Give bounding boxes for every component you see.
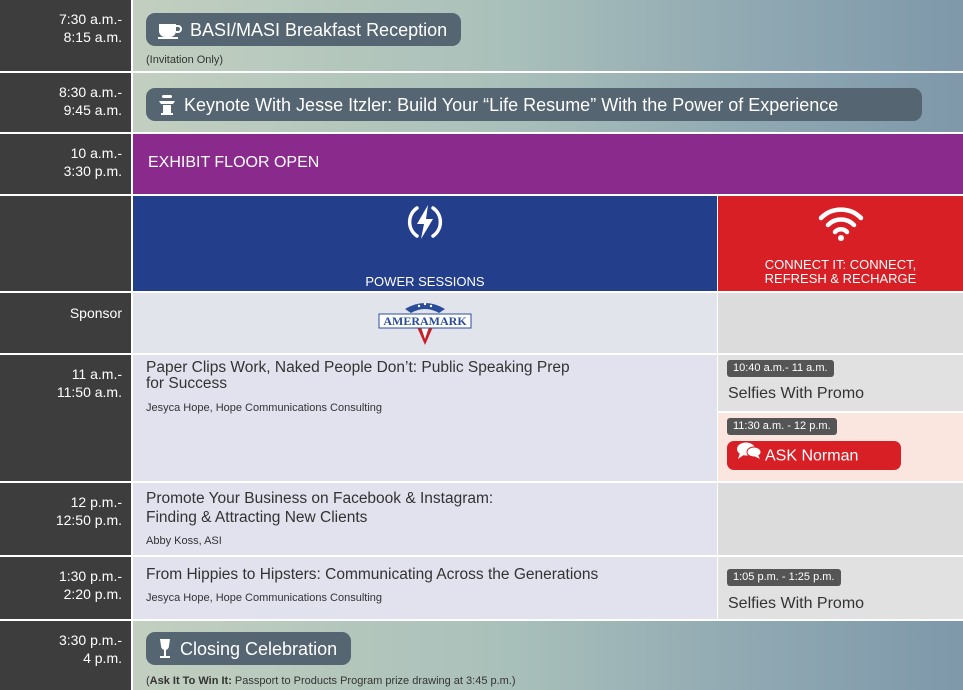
session-speaker: Jesyca Hope, Hope Communications Consult… — [146, 592, 383, 604]
note-bold-text: Ask It To Win It: — [149, 675, 232, 687]
svg-text:AMERAMARK: AMERAMARK — [383, 314, 467, 328]
session-title-line1: Promote Your Business on Facebook & Inst… — [146, 490, 494, 507]
connect-item-label[interactable]: Selfies With Promo — [728, 385, 864, 403]
event-title: Keynote With Jesse Itzler: Build Your “L… — [184, 94, 839, 115]
chat-bubbles-icon — [737, 441, 762, 470]
session-speaker: Abby Koss, ASI — [146, 535, 222, 547]
connect-it-label-line1: CONNECT IT: CONNECT, — [764, 257, 917, 272]
session-title[interactable]: From Hippies to Hipsters: Communicating … — [146, 567, 598, 583]
power-sessions-label: POWER SESSIONS — [365, 274, 485, 289]
time-cell: Sponsor — [0, 293, 131, 355]
session-title-line1: Paper Clips Work, Naked People Don’t: Pu… — [146, 359, 570, 376]
connect-item-2: 11:30 a.m. - 12 p.m. ASK Norman — [718, 413, 963, 481]
time-end: 4 p.m. — [83, 650, 122, 666]
session-title[interactable]: Promote Your Business on Facebook & Inst… — [146, 491, 493, 526]
time-cell: 1:30 p.m.- 2:20 p.m. — [0, 557, 131, 621]
time-start: 12 p.m.- — [70, 494, 122, 510]
schedule-row-breakfast: 7:30 a.m.- 8:15 a.m. BASI/MASI Breakfast… — [0, 0, 963, 73]
event-note: (Ask It To Win It: Passport to Products … — [146, 675, 516, 687]
time-end: 12:50 p.m. — [55, 512, 122, 528]
column-divider — [717, 196, 718, 293]
connect-time-badge: 1:05 p.m. - 1:25 p.m. — [727, 569, 841, 586]
column-divider — [717, 557, 718, 621]
column-divider — [717, 293, 718, 355]
schedule-row-keynote: 8:30 a.m.- 9:45 a.m. Keynote With Jesse … — [0, 73, 963, 134]
note-rest-text: Passport to Products Program prize drawi… — [231, 675, 516, 687]
time-cell: 7:30 a.m.- 8:15 a.m. — [0, 0, 131, 73]
ameramark-logo: AMERAMARK — [369, 299, 481, 347]
time-start: 10 a.m.- — [70, 145, 122, 161]
session-title-line2: for Success — [146, 375, 227, 392]
time-cell: 10 a.m.- 3:30 p.m. — [0, 134, 131, 196]
session-row-3: 1:30 p.m.- 2:20 p.m. From Hippies to Hip… — [0, 557, 963, 621]
sponsor-cell: AMERAMARK — [133, 293, 717, 353]
track-header-row: POWER SESSIONS CONNECT IT: CONNECT, REFR… — [0, 196, 963, 293]
event-schedule: 7:30 a.m.- 8:15 a.m. BASI/MASI Breakfast… — [0, 0, 963, 690]
ask-norman-button[interactable]: ASK Norman — [727, 441, 901, 470]
wine-glass-icon — [158, 639, 172, 659]
sponsor-side-cell — [718, 293, 963, 353]
session-cell: Paper Clips Work, Naked People Don’t: Pu… — [133, 355, 717, 481]
sponsor-row: Sponsor AMERAMARK — [0, 293, 963, 355]
schedule-row-closing: 3:30 p.m.- 4 p.m. Closing Celebration (A… — [0, 621, 963, 690]
lightning-bolt-icon — [405, 202, 445, 247]
ask-norman-label: ASK Norman — [765, 447, 859, 465]
time-end: 3:30 p.m. — [63, 163, 122, 179]
event-pill-closing[interactable]: Closing Celebration — [146, 632, 352, 665]
time-end: 2:20 p.m. — [63, 586, 122, 602]
time-cell-empty — [0, 196, 131, 293]
session-speaker: Jesyca Hope, Hope Communications Consult… — [146, 402, 383, 414]
event-title: Closing Celebration — [180, 638, 338, 659]
time-cell: 8:30 a.m.- 9:45 a.m. — [0, 73, 131, 134]
wifi-icon — [818, 204, 864, 247]
event-pill-keynote[interactable]: Keynote With Jesse Itzler: Build Your “L… — [146, 88, 922, 121]
connect-it-label-line2: REFRESH & RECHARGE — [764, 271, 917, 286]
time-cell: 12 p.m.- 12:50 p.m. — [0, 483, 131, 557]
session-cell: From Hippies to Hipsters: Communicating … — [133, 557, 717, 619]
time-end: 11:50 a.m. — [56, 384, 122, 400]
time-start: 8:30 a.m.- — [58, 84, 122, 100]
session-title[interactable]: Paper Clips Work, Naked People Don’t: Pu… — [146, 360, 570, 392]
time-start: 1:30 p.m.- — [58, 568, 122, 584]
session-title-line1: From Hippies to Hipsters: Communicating … — [146, 566, 599, 583]
connect-item-1: 10:40 a.m.- 11 a.m. Selfies With Promo — [718, 355, 963, 411]
connect-item-label[interactable]: Selfies With Promo — [728, 595, 864, 613]
time-start: 7:30 a.m.- — [58, 11, 122, 27]
time-cell: 11 a.m.- 11:50 a.m. — [0, 355, 131, 483]
exhibit-floor-banner: EXHIBIT FLOOR OPEN — [133, 134, 963, 194]
power-sessions-header: POWER SESSIONS — [133, 196, 717, 291]
podium-icon — [158, 95, 176, 116]
connect-item-3: 1:05 p.m. - 1:25 p.m. Selfies With Promo — [718, 557, 963, 619]
schedule-row-exhibit: 10 a.m.- 3:30 p.m. EXHIBIT FLOOR OPEN — [0, 134, 963, 196]
time-end: 9:45 a.m. — [63, 102, 122, 118]
session-row-1: 11 a.m.- 11:50 a.m. Paper Clips Work, Na… — [0, 355, 963, 483]
coffee-cup-icon — [158, 21, 182, 40]
connect-it-header: CONNECT IT: CONNECT, REFRESH & RECHARGE — [718, 196, 963, 291]
time-cell: 3:30 p.m.- 4 p.m. — [0, 621, 131, 690]
session-row-2: 12 p.m.- 12:50 p.m. Promote Your Busines… — [0, 483, 963, 557]
event-note: (Invitation Only) — [146, 54, 224, 66]
session-title-line2: Finding & Attracting New Clients — [146, 509, 368, 526]
connect-time-badge: 11:30 a.m. - 12 p.m. — [727, 418, 837, 435]
time-start: 11 a.m.- — [71, 366, 122, 382]
time-end: 8:15 a.m. — [63, 29, 122, 45]
sponsor-label: Sponsor — [69, 305, 122, 321]
session-cell: Promote Your Business on Facebook & Inst… — [133, 483, 717, 555]
event-title: BASI/MASI Breakfast Reception — [190, 19, 448, 40]
column-divider — [717, 483, 718, 557]
event-pill-breakfast[interactable]: BASI/MASI Breakfast Reception — [146, 13, 462, 46]
connect-empty-cell — [718, 483, 963, 555]
time-start: 3:30 p.m.- — [58, 632, 122, 648]
connect-time-badge: 10:40 a.m.- 11 a.m. — [727, 360, 834, 377]
column-divider — [717, 355, 718, 483]
